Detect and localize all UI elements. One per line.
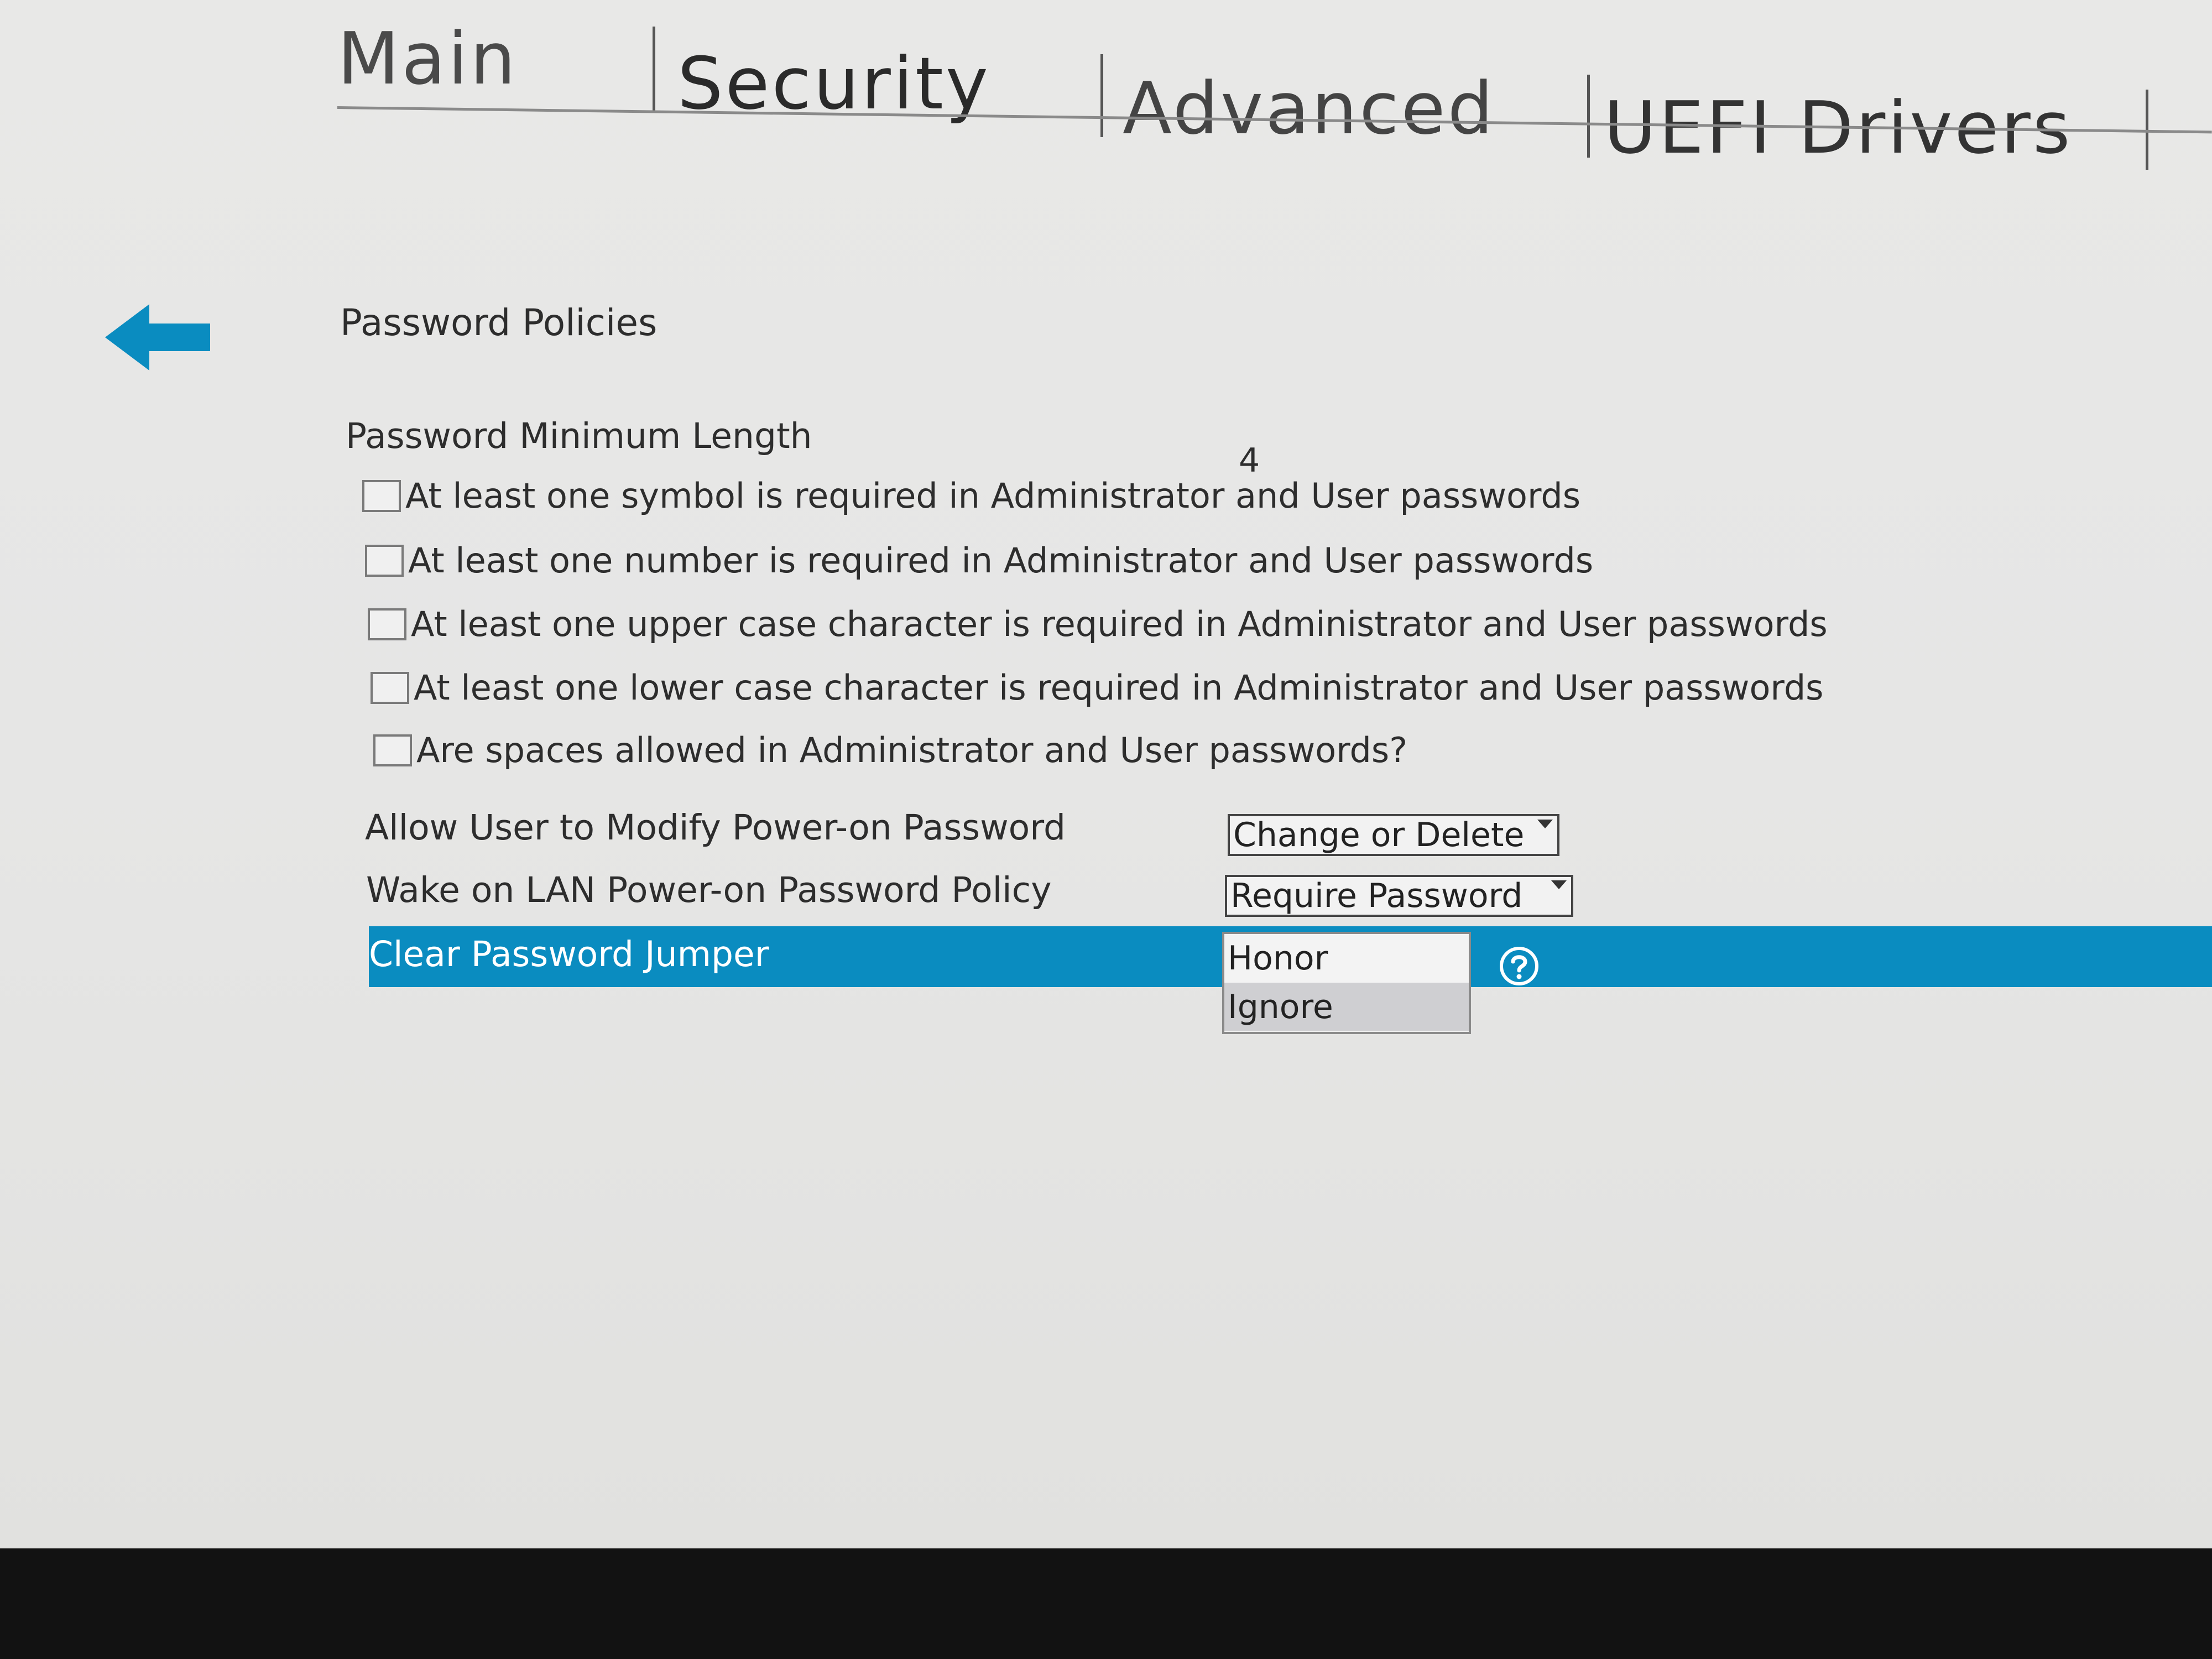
min-length-value[interactable]: 4 bbox=[1239, 441, 1260, 480]
chevron-down-icon bbox=[1537, 820, 1553, 828]
select-value: Require Password bbox=[1230, 877, 1523, 915]
monitor-bezel bbox=[0, 1548, 2212, 1659]
back-button[interactable] bbox=[105, 301, 216, 373]
bios-setup-screen: Main Security Advanced UEFI Drivers Pass… bbox=[0, 0, 2212, 1548]
modify-password-select[interactable]: Change or Delete bbox=[1228, 814, 1559, 856]
checkbox-upper-case[interactable] bbox=[368, 608, 406, 640]
tab-advanced[interactable]: Advanced bbox=[1123, 66, 1495, 150]
tab-main[interactable]: Main bbox=[337, 17, 518, 101]
checkbox-label: At least one lower case character is req… bbox=[414, 667, 1824, 708]
checkbox-symbol[interactable] bbox=[362, 480, 401, 512]
checkbox-label: At least one upper case character is req… bbox=[411, 604, 1828, 644]
dropdown-option-honor[interactable]: Honor bbox=[1224, 934, 1469, 983]
checkbox-label: Are spaces allowed in Administrator and … bbox=[416, 730, 1408, 770]
dropdown-option-ignore[interactable]: Ignore bbox=[1224, 983, 1469, 1031]
tab-separator bbox=[1587, 75, 1590, 158]
tab-separator bbox=[653, 27, 655, 112]
page-title: Password Policies bbox=[340, 301, 658, 344]
checkbox-label: At least one number is required in Admin… bbox=[408, 540, 1594, 581]
clear-jumper-dropdown[interactable]: Honor Ignore bbox=[1222, 932, 1471, 1034]
tab-bar: Main Security Advanced UEFI Drivers bbox=[337, 11, 2212, 170]
checkbox-number[interactable] bbox=[365, 545, 404, 577]
checkbox-label: At least one symbol is required in Admin… bbox=[405, 476, 1581, 516]
tab-separator bbox=[1100, 54, 1103, 137]
arrow-left-icon bbox=[105, 304, 210, 371]
checkbox-spaces[interactable] bbox=[373, 734, 412, 766]
select-value: Change or Delete bbox=[1233, 816, 1525, 854]
modify-password-label: Allow User to Modify Power-on Password bbox=[365, 807, 1066, 848]
chevron-down-icon bbox=[1551, 880, 1567, 889]
checkbox-lower-case[interactable] bbox=[371, 672, 409, 704]
help-icon[interactable] bbox=[1499, 946, 1540, 987]
wol-policy-label: Wake on LAN Power-on Password Policy bbox=[366, 870, 1052, 910]
wol-policy-select[interactable]: Require Password bbox=[1225, 875, 1573, 917]
clear-jumper-label: Clear Password Jumper bbox=[369, 934, 769, 974]
min-length-label: Password Minimum Length bbox=[346, 416, 812, 456]
